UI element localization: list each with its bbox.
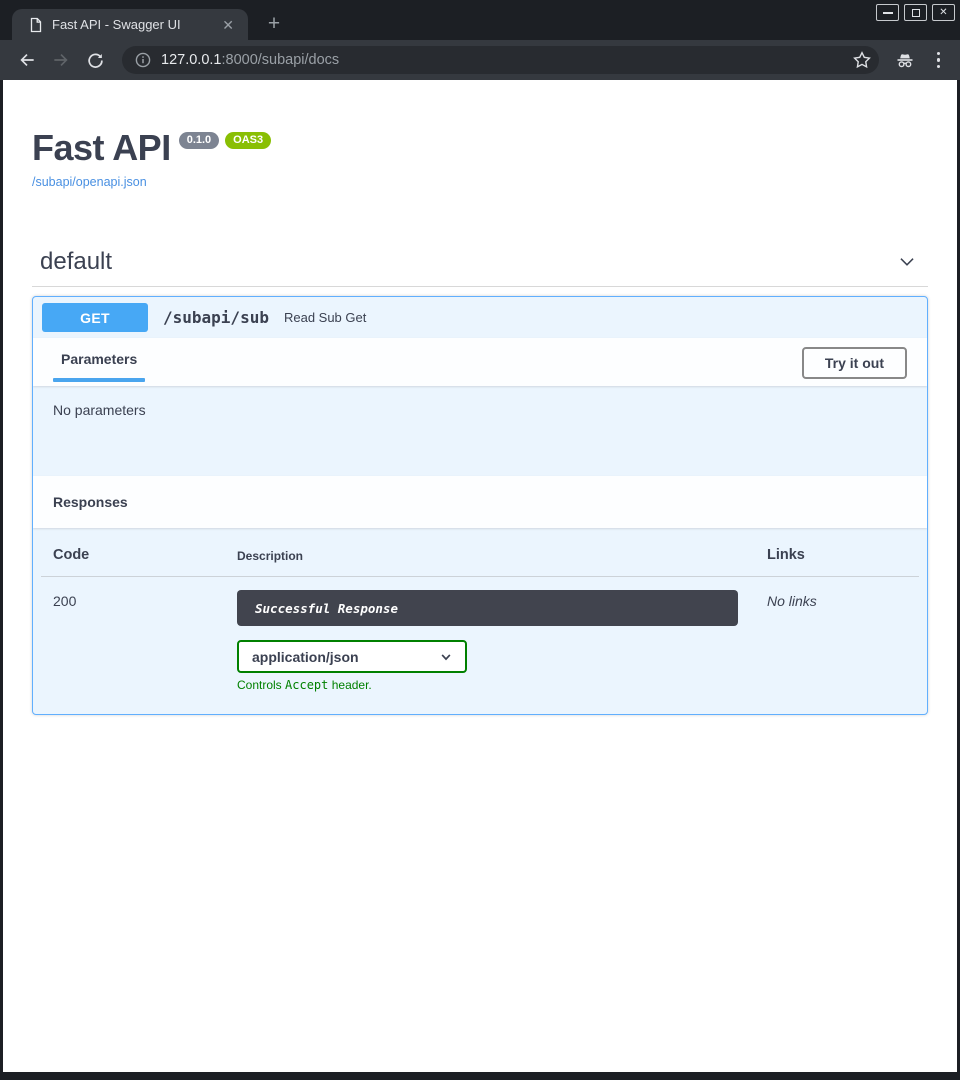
page-viewport: Fast API 0.1.0 OAS3 /subapi/openapi.json… [3, 80, 957, 1072]
accept-note-suffix: header. [328, 678, 371, 692]
maximize-button[interactable] [904, 4, 927, 21]
toolbar-right [893, 48, 947, 73]
address-bar[interactable]: 127.0.0.1:8000/subapi/docs [122, 46, 879, 74]
media-type-cell: application/json Controls Accept header. [237, 640, 767, 692]
window-controls: ✕ [876, 4, 955, 21]
accept-note-code: Accept [285, 678, 328, 692]
new-tab-button[interactable]: + [262, 13, 286, 37]
browser-tab[interactable]: Fast API - Swagger UI ✕ [12, 9, 248, 40]
accept-header-note: Controls Accept header. [237, 678, 767, 692]
site-info-icon[interactable] [135, 52, 151, 68]
try-it-out-button[interactable]: Try it out [802, 347, 907, 379]
tab-title: Fast API - Swagger UI [52, 17, 218, 32]
chevron-down-icon[interactable] [896, 251, 918, 273]
response-description: Successful Response [255, 601, 398, 616]
column-links: Links [767, 547, 907, 563]
http-method-badge: GET [42, 303, 148, 332]
responses-header: Responses [33, 476, 927, 528]
maximize-icon [912, 9, 920, 17]
swagger-ui: Fast API 0.1.0 OAS3 /subapi/openapi.json… [3, 80, 957, 715]
version-badge: 0.1.0 [179, 132, 219, 149]
forward-arrow-icon [51, 50, 71, 70]
minimize-icon [883, 12, 893, 14]
incognito-icon [893, 48, 917, 72]
reload-icon [86, 51, 105, 70]
operation-summary-text: Read Sub Get [284, 310, 366, 325]
accept-note-prefix: Controls [237, 678, 285, 692]
oas3-badge: OAS3 [225, 132, 271, 149]
responses-table-header: Code Description Links [41, 547, 919, 577]
url-text[interactable]: 127.0.0.1:8000/subapi/docs [161, 52, 843, 68]
openapi-spec-link[interactable]: /subapi/openapi.json [32, 175, 147, 189]
tab-close-icon[interactable]: ✕ [218, 16, 238, 34]
reload-button[interactable] [82, 47, 108, 73]
close-button[interactable]: ✕ [932, 4, 955, 21]
page-title: Fast API [32, 130, 171, 166]
minimize-button[interactable] [876, 4, 899, 21]
response-code: 200 [53, 590, 237, 609]
bookmark-star-icon[interactable] [851, 49, 873, 71]
back-button[interactable] [14, 47, 40, 73]
badges: 0.1.0 OAS3 [179, 132, 271, 149]
media-type-value: application/json [252, 649, 359, 665]
tag-section-header[interactable]: default [32, 248, 928, 287]
browser-toolbar: 127.0.0.1:8000/subapi/docs [0, 40, 960, 80]
operation-block: GET /subapi/sub Read Sub Get Parameters … [32, 296, 928, 715]
response-links: No links [767, 590, 907, 609]
forward-button[interactable] [48, 47, 74, 73]
select-chevron-icon [439, 650, 453, 664]
active-tab-underline [53, 378, 145, 382]
url-host: 127.0.0.1 [161, 52, 221, 68]
api-info: Fast API 0.1.0 OAS3 [32, 130, 928, 166]
operation-path: /subapi/sub [163, 308, 269, 327]
response-row: 200 Successful Response No links [53, 590, 907, 626]
tag-name: default [40, 248, 112, 276]
no-parameters-text: No parameters [53, 402, 146, 418]
response-description-box: Successful Response [237, 590, 738, 626]
media-type-row: application/json Controls Accept header. [53, 640, 907, 692]
tab-parameters[interactable]: Parameters [53, 351, 145, 382]
responses-body: Code Description Links 200 Successful Re… [33, 528, 927, 714]
parameters-label: Parameters [53, 351, 145, 367]
responses-label: Responses [53, 494, 128, 510]
media-type-select[interactable]: application/json [237, 640, 467, 673]
operation-summary[interactable]: GET /subapi/sub Read Sub Get [33, 297, 927, 338]
url-path: :8000/subapi/docs [221, 52, 339, 68]
parameters-header: Parameters Try it out [33, 338, 927, 386]
column-code: Code [53, 547, 237, 563]
browser-window: Fast API - Swagger UI ✕ + ✕ [0, 0, 960, 1080]
column-description: Description [237, 547, 767, 563]
parameters-body: No parameters [33, 386, 927, 476]
tab-strip: Fast API - Swagger UI ✕ + ✕ [0, 0, 960, 40]
browser-menu-button[interactable] [931, 48, 947, 73]
back-arrow-icon [17, 50, 37, 70]
page-favicon-icon [28, 17, 44, 33]
